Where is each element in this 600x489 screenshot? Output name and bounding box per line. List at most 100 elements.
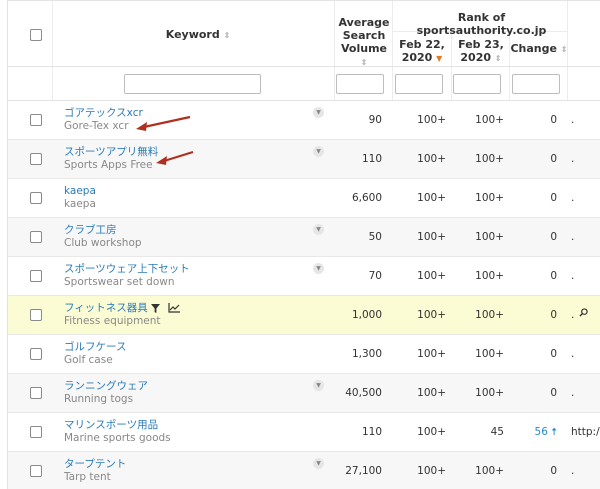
- table-header: Keyword ⇕ Average Search Volume ⇕ Rank o…: [8, 1, 600, 67]
- keyword-link[interactable]: クラブ工房: [64, 224, 117, 237]
- filter-icon[interactable]: [151, 304, 160, 313]
- rank-feb23: 100+: [475, 348, 504, 360]
- row-checkbox[interactable]: [30, 270, 42, 282]
- search-volume: 1,000: [351, 309, 382, 321]
- ranking-url: .: [571, 114, 575, 126]
- ranking-url: .: [571, 309, 575, 321]
- rank-change: 0: [550, 465, 557, 477]
- keyword-translation: Gore-Tex xcr: [64, 120, 129, 132]
- keyword-link[interactable]: スポーツウェア上下セット: [64, 263, 190, 276]
- table-row: ゴアテックスxcr Gore-Tex xcr ▼ 90 100+ 100+ 0 …: [8, 101, 600, 140]
- ranking-url: .: [571, 387, 575, 399]
- date1-column-header[interactable]: Feb 22, 2020 ▼: [394, 38, 450, 65]
- search-volume: 27,100: [345, 465, 382, 477]
- magnifier-icon[interactable]: [579, 308, 588, 317]
- row-checkbox[interactable]: [30, 231, 42, 243]
- keyword-link[interactable]: ランニングウェア: [64, 380, 148, 393]
- row-checkbox[interactable]: [30, 114, 42, 126]
- keyword-filter-input[interactable]: [124, 74, 261, 94]
- ranking-url: .: [571, 348, 575, 360]
- table-row: マリンスポーツ用品 Marine sports goods 110 100+ 4…: [8, 413, 600, 452]
- keyword-link[interactable]: スポーツアプリ無料: [64, 146, 158, 159]
- annotation-arrow: [156, 150, 194, 165]
- dropdown-icon[interactable]: ▼: [313, 263, 324, 274]
- rank-feb23: 100+: [475, 192, 504, 204]
- arrow-up-icon: 🠅: [551, 426, 557, 438]
- rank-change-up: 56 🠅: [513, 425, 557, 439]
- row-checkbox[interactable]: [30, 192, 42, 204]
- keyword-link[interactable]: タープテント: [64, 458, 126, 471]
- keyword-link[interactable]: ゴアテックスxcr: [64, 107, 143, 120]
- rank-feb23: 100+: [475, 231, 504, 243]
- rank-change: 0: [550, 114, 557, 126]
- keyword-translation: Sports Apps Free: [64, 159, 153, 171]
- row-checkbox[interactable]: [30, 153, 42, 165]
- change-filter-input[interactable]: [512, 74, 560, 94]
- keyword-translation: Club workshop: [64, 237, 142, 249]
- ranking-url: .: [571, 270, 575, 282]
- search-volume: 6,600: [351, 192, 382, 204]
- dropdown-icon[interactable]: ▼: [313, 146, 324, 157]
- table-row: タープテント Tarp tent ▼ 27,100 100+ 100+ 0 .: [8, 452, 600, 489]
- search-volume: 1,300: [351, 348, 382, 360]
- rank-feb22: 100+: [417, 114, 446, 126]
- date2-header-line2: 2020: [460, 51, 492, 64]
- search-volume: 90: [368, 114, 382, 126]
- row-checkbox[interactable]: [30, 309, 42, 321]
- row-checkbox[interactable]: [30, 426, 42, 438]
- rank-feb23: 100+: [475, 114, 504, 126]
- rank-feb22: 100+: [417, 387, 446, 399]
- rank-feb22: 100+: [417, 231, 446, 243]
- date2-column-header[interactable]: Feb 23, 2020 ⇕: [452, 38, 510, 65]
- rank-feb22: 100+: [417, 270, 446, 282]
- rank-feb23: 100+: [475, 309, 504, 321]
- search-volume: 110: [361, 153, 382, 165]
- keyword-header-label: Keyword: [165, 28, 220, 41]
- volume-column-header[interactable]: Average Search Volume ⇕: [336, 16, 392, 69]
- volume-filter-input[interactable]: [336, 74, 384, 94]
- rank-feb23: 100+: [475, 387, 504, 399]
- change-column-header[interactable]: Change ⇕: [510, 42, 568, 56]
- select-all-checkbox[interactable]: [30, 29, 42, 41]
- annotation-arrow: [136, 115, 191, 131]
- ranking-url: .: [571, 465, 575, 477]
- keyword-translation: kaepa: [64, 198, 96, 210]
- search-volume: 50: [368, 231, 382, 243]
- keyword-translation: Running togs: [64, 393, 134, 405]
- rank-change-value: 56: [534, 426, 548, 438]
- rank-feb22: 100+: [417, 348, 446, 360]
- ranking-url[interactable]: http:/: [571, 425, 600, 439]
- table-row-highlighted: フィットネス器具 Fitness equipment 1,000 100+ 10…: [8, 296, 600, 335]
- date1-filter-input[interactable]: [395, 74, 443, 94]
- volume-header-line2: Search: [342, 29, 386, 42]
- row-checkbox[interactable]: [30, 465, 42, 477]
- keyword-link[interactable]: ゴルフケース: [64, 341, 126, 354]
- keyword-link[interactable]: kaepa: [64, 185, 96, 198]
- keyword-column-header[interactable]: Keyword ⇕: [158, 28, 238, 42]
- dropdown-icon[interactable]: ▼: [313, 224, 324, 235]
- dropdown-icon[interactable]: ▼: [313, 458, 324, 469]
- table-row: クラブ工房 Club workshop ▼ 50 100+ 100+ 0 .: [8, 218, 600, 257]
- sort-icon: ⇕: [223, 31, 231, 40]
- date2-filter-input[interactable]: [453, 74, 501, 94]
- row-checkbox[interactable]: [30, 348, 42, 360]
- keyword-link[interactable]: マリンスポーツ用品: [64, 419, 158, 432]
- table-row: kaepa kaepa 6,600 100+ 100+ 0 .: [8, 179, 600, 218]
- date2-header-line1: Feb 23,: [458, 38, 504, 51]
- ranking-url: .: [571, 192, 575, 204]
- search-volume: 70: [368, 270, 382, 282]
- dropdown-icon[interactable]: ▼: [313, 107, 324, 118]
- ranking-url: .: [571, 231, 575, 243]
- keyword-link[interactable]: フィットネス器具: [64, 302, 148, 315]
- keyword-translation: Sportswear set down: [64, 276, 175, 288]
- row-checkbox[interactable]: [30, 387, 42, 399]
- rank-feb22: 100+: [417, 309, 446, 321]
- rank-feb23: 100+: [475, 465, 504, 477]
- rank-feb23: 45: [490, 426, 504, 438]
- dropdown-icon[interactable]: ▼: [313, 380, 324, 391]
- trend-chart-icon[interactable]: [168, 303, 180, 313]
- filter-row: [8, 67, 600, 101]
- keyword-translation: Marine sports goods: [64, 432, 171, 444]
- rank-feb22: 100+: [417, 465, 446, 477]
- search-volume: 40,500: [345, 387, 382, 399]
